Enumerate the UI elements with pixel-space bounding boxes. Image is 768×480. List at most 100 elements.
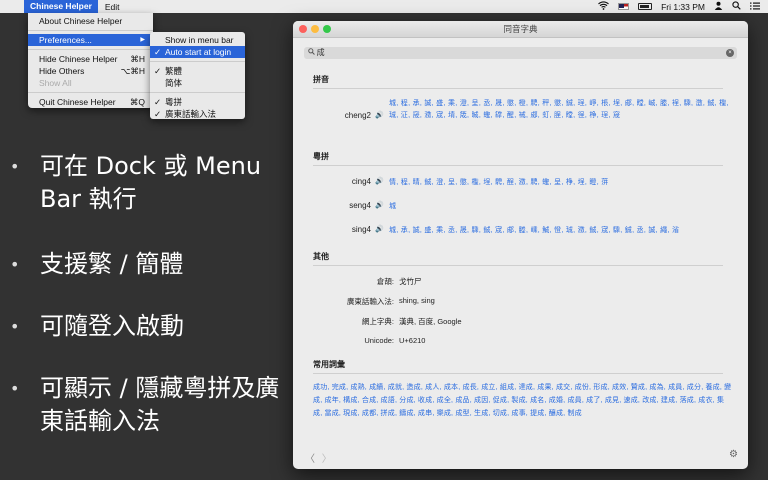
menu-separator <box>28 49 153 50</box>
checkmark-icon: ✓ <box>154 97 162 107</box>
simplified-item[interactable]: 简体 <box>150 77 245 89</box>
info-label: 廣東話輸入法: <box>346 297 394 306</box>
speaker-icon[interactable]: 🔊 <box>375 98 389 134</box>
hide-app-label: Hide Chinese Helper <box>39 54 118 64</box>
show-all-label: Show All <box>39 78 72 88</box>
speaker-icon[interactable]: 🔊 <box>375 201 389 213</box>
info-row-unicode: Unicode: U+6210 <box>313 336 425 345</box>
jyutping-label: seng4 <box>349 201 371 210</box>
bullet-marker: • <box>10 379 20 398</box>
info-value: U+6210 <box>399 336 426 345</box>
window-titlebar[interactable]: 同音字典 <box>293 21 748 38</box>
quit-shortcut: ⌘Q <box>129 97 145 107</box>
bullet-text: 可隨登入啟動 <box>40 312 184 340</box>
app-menu[interactable]: Chinese Helper <box>24 0 98 13</box>
simplified-label: 简体 <box>165 78 183 88</box>
jyutping-label: 粵拼 <box>165 97 183 107</box>
preferences-submenu: Show in menu bar ✓ Auto start at login ✓… <box>150 32 245 119</box>
window-title: 同音字典 <box>503 24 538 34</box>
about-menu-item[interactable]: About Chinese Helper <box>28 15 153 27</box>
spotlight-search-icon[interactable] <box>732 1 741 12</box>
bullet-marker: • <box>10 157 20 176</box>
jyutping-item[interactable]: ✓ 粵拼 <box>150 96 245 108</box>
battery-icon[interactable] <box>638 3 653 10</box>
hide-app-menu-item[interactable]: Hide Chinese Helper ⌘H <box>28 53 153 65</box>
bullet-marker: • <box>10 317 20 336</box>
dictionary-window: 同音字典 成 × 拼音 cheng2 🔊 城, 程, 承, 誠, 盛, 乘, 澄… <box>293 21 748 469</box>
jyutping-homophone-links[interactable]: 情, 程, 晴, 鋮, 澄, 呈, 懲, 檉, 埕, 騁, 酲, 瀓, 騁, 蟶… <box>389 177 733 189</box>
submenu-arrow-icon: ▶ <box>140 37 145 43</box>
speaker-icon[interactable]: 🔊 <box>375 225 389 237</box>
jyutping-label: sing4 <box>351 225 371 234</box>
hide-others-label: Hide Others <box>39 66 85 76</box>
auto-start-label: Auto start at login <box>165 47 232 57</box>
navigation-bar: 〈 〉 <box>305 450 332 465</box>
info-row-cangjie: 倉頡: 戈竹尸 <box>313 276 422 287</box>
clear-search-icon[interactable]: × <box>726 49 734 57</box>
quit-label: Quit Chinese Helper <box>39 97 116 107</box>
menu-separator <box>28 92 153 93</box>
close-window-icon[interactable] <box>299 25 307 33</box>
jyutping-row: cing4 🔊 情, 程, 晴, 鋮, 澄, 呈, 懲, 檉, 埕, 騁, 酲,… <box>313 177 733 189</box>
preferences-menu-item[interactable]: Preferences... ▶ <box>28 34 153 46</box>
traditional-label: 繁體 <box>165 66 183 76</box>
hide-others-shortcut: ⌥⌘H <box>120 66 145 76</box>
wifi-icon[interactable] <box>598 1 609 12</box>
bullet-marker: • <box>10 255 20 274</box>
section-title-jyutping: 粵拼 <box>313 151 723 166</box>
minimize-window-icon[interactable] <box>311 25 319 33</box>
jyutping-row: sing4 🔊 城, 承, 誠, 盛, 乘, 丞, 晟, 騬, 鋮, 宬, 郕,… <box>313 225 733 237</box>
preferences-label: Preferences... <box>39 35 92 45</box>
menu-separator <box>150 92 245 93</box>
info-value-links[interactable]: 漢典, 百度, Google <box>399 316 462 327</box>
info-label: 網上字典: <box>361 317 394 326</box>
auto-start-item[interactable]: ✓ Auto start at login <box>150 46 245 58</box>
input-source-flag-icon[interactable] <box>618 3 630 10</box>
jyutping-homophone-links[interactable]: 城 <box>389 201 733 213</box>
quit-menu-item[interactable]: Quit Chinese Helper ⌘Q <box>28 96 153 108</box>
search-input[interactable]: 成 × <box>304 47 737 59</box>
search-query: 成 <box>316 48 325 57</box>
cantonese-input-label: 廣東話輸入法 <box>165 109 217 119</box>
info-row-cantonese-input: 廣東話輸入法: shing, sing <box>313 296 435 307</box>
pinyin-homophone-links[interactable]: 城, 程, 承, 誠, 盛, 乘, 澄, 呈, 丞, 晟, 懲, 橙, 騁, 秤… <box>389 98 733 134</box>
cantonese-input-item[interactable]: ✓ 廣東話輸入法 <box>150 108 245 120</box>
checkmark-icon: ✓ <box>154 109 162 119</box>
edit-menu[interactable]: Edit <box>98 2 127 12</box>
menu-separator <box>150 61 245 62</box>
traditional-item[interactable]: ✓ 繁體 <box>150 65 245 77</box>
slide-bullet: • 支援繁 / 簡體 <box>10 248 280 281</box>
jyutping-label: cing4 <box>351 177 371 186</box>
app-dropdown-menu: About Chinese Helper Preferences... ▶ Hi… <box>28 13 153 108</box>
user-icon[interactable] <box>714 1 723 12</box>
speaker-icon[interactable]: 🔊 <box>375 177 389 189</box>
slide-bullet: • 可在 Dock 或 Menu Bar 執行 <box>10 150 280 216</box>
info-value-links[interactable]: shing, sing <box>399 296 435 307</box>
show-in-menu-bar-item[interactable]: Show in menu bar <box>150 34 245 46</box>
bullet-text: 可顯示 / 隱藏粵拼及廣東話輸入法 <box>40 374 280 435</box>
clock[interactable]: Fri 1:33 PM <box>661 2 705 12</box>
menu-bar: Chinese Helper Edit Fri 1:33 PM <box>0 0 768 13</box>
info-label: Unicode: <box>364 336 394 345</box>
bullet-text: 支援繁 / 簡體 <box>40 250 184 278</box>
common-words-links[interactable]: 成功, 完成, 成熟, 成績, 成就, 造成, 成人, 成本, 成長, 成立, … <box>313 381 733 420</box>
about-label: About Chinese Helper <box>39 16 123 26</box>
search-icon <box>308 48 317 57</box>
checkmark-icon: ✓ <box>154 66 162 76</box>
back-icon[interactable]: 〈 <box>305 454 315 465</box>
forward-icon[interactable]: 〉 <box>322 454 332 465</box>
pinyin-row: cheng2 🔊 城, 程, 承, 誠, 盛, 乘, 澄, 呈, 丞, 晟, 懲… <box>313 98 733 134</box>
checkmark-placeholder <box>154 34 165 46</box>
slide-bullet: • 可顯示 / 隱藏粵拼及廣東話輸入法 <box>10 372 280 438</box>
notification-center-icon[interactable] <box>750 2 760 12</box>
gear-icon[interactable]: ⚙ <box>729 449 738 460</box>
status-area: Fri 1:33 PM <box>598 0 760 13</box>
slide-bullet: • 可隨登入啟動 <box>10 310 280 343</box>
checkmark-placeholder <box>154 77 165 89</box>
zoom-window-icon[interactable] <box>323 25 331 33</box>
jyutping-homophone-links[interactable]: 城, 承, 誠, 盛, 乘, 丞, 晟, 騬, 鋮, 宬, 郕, 塍, 嵊, 鯎… <box>389 225 733 237</box>
info-label: 倉頡: <box>376 277 394 286</box>
hide-others-menu-item[interactable]: Hide Others ⌥⌘H <box>28 65 153 77</box>
checkmark-icon: ✓ <box>154 47 162 57</box>
section-title-common-words: 常用詞彙 <box>313 359 723 374</box>
